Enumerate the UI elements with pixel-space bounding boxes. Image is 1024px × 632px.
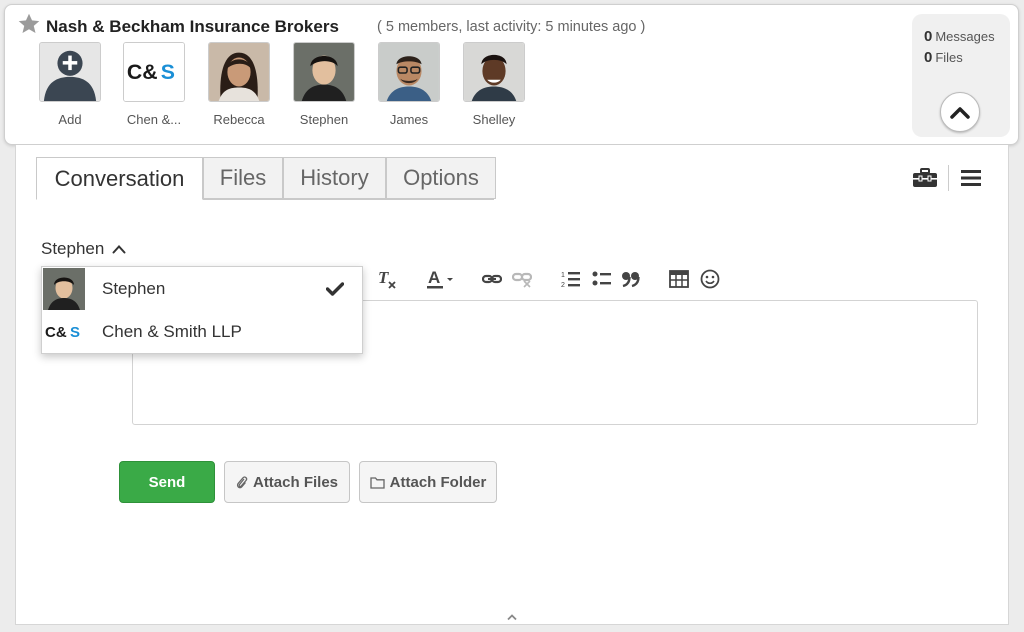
collapse-header-button[interactable]	[940, 92, 980, 132]
svg-text:T: T	[378, 268, 389, 287]
group-meta: ( 5 members, last activity: 5 minutes ag…	[377, 19, 646, 35]
svg-text:A: A	[428, 268, 440, 287]
chen-smith-logo[interactable]: C& S	[123, 42, 185, 102]
logo-text-s: S	[161, 60, 175, 84]
checkmark-icon	[326, 281, 344, 296]
expand-bottom-button[interactable]	[506, 608, 518, 626]
attach-folder-button[interactable]: Attach Folder	[359, 461, 497, 503]
messages-count: 0	[924, 28, 933, 45]
toolbox-button[interactable]	[912, 167, 938, 189]
member-stephen[interactable]: Stephen	[289, 42, 359, 127]
tab-options[interactable]: Options	[386, 157, 496, 199]
attach-files-label: Attach Files	[252, 473, 339, 491]
table-icon	[669, 270, 689, 288]
send-button[interactable]: Send	[119, 461, 215, 503]
hamburger-menu-icon	[961, 170, 981, 186]
stats-panel: 0 Messages 0 Files	[912, 14, 1010, 137]
link-icon	[482, 274, 502, 284]
sender-option-label: Chen & Smith LLP	[102, 321, 242, 341]
link-button[interactable]	[481, 267, 503, 291]
emoji-button[interactable]	[699, 267, 721, 291]
member-rebecca[interactable]: Rebecca	[204, 42, 274, 127]
member-chen-smith[interactable]: C& S Chen &...	[119, 42, 189, 127]
group-title: Nash & Beckham Insurance Brokers	[46, 17, 339, 36]
paperclip-icon	[236, 475, 248, 488]
clear-format-button[interactable]: T	[375, 267, 399, 291]
member-add[interactable]: Add	[35, 42, 105, 127]
chevron-up-icon	[507, 614, 517, 621]
bullet-list-icon	[592, 271, 611, 286]
avatar[interactable]	[463, 42, 525, 102]
unlink-button[interactable]	[511, 267, 533, 291]
text-color-icon: A	[427, 268, 453, 289]
member-label: Shelley	[472, 112, 516, 127]
files-label: Files	[935, 50, 963, 65]
member-shelley[interactable]: Shelley	[459, 42, 529, 127]
member-label: Add	[58, 112, 82, 127]
sender-option-chen-smith[interactable]: C& S Chen & Smith LLP	[42, 310, 362, 353]
sender-dropdown: Stephen C& S Chen & Smith LLP	[41, 266, 363, 354]
svg-text:S: S	[70, 324, 80, 341]
toolbar-separator	[948, 165, 949, 191]
bullet-list-button[interactable]	[591, 267, 613, 291]
tab-files[interactable]: Files	[203, 157, 283, 199]
svg-text:C&: C&	[45, 324, 67, 341]
avatar[interactable]	[293, 42, 355, 102]
toolbox-icon	[913, 168, 937, 187]
avatar	[43, 268, 85, 310]
add-member-icon[interactable]	[39, 42, 101, 102]
text-color-button[interactable]: A	[425, 267, 457, 291]
messages-label: Messages	[935, 29, 995, 44]
chevron-up-icon	[950, 107, 970, 119]
attach-files-button[interactable]: Attach Files	[224, 461, 350, 503]
avatar[interactable]	[208, 42, 270, 102]
unlink-icon	[512, 272, 532, 288]
sender-option-label: Stephen	[102, 278, 166, 298]
clear-format-icon: T	[378, 268, 396, 289]
sender-selector[interactable]: Stephen	[41, 239, 126, 259]
attach-folder-label: Attach Folder	[389, 473, 487, 491]
files-stat: 0 Files	[924, 49, 963, 66]
member-label: Rebecca	[213, 112, 265, 127]
member-label: James	[389, 112, 429, 127]
chevron-up-icon	[112, 245, 126, 254]
group-header: Nash & Beckham Insurance Brokers ( 5 mem…	[4, 4, 1019, 145]
folder-icon	[370, 476, 385, 489]
table-button[interactable]	[668, 267, 690, 291]
blockquote-button[interactable]	[620, 267, 642, 291]
member-label: Stephen	[299, 112, 349, 127]
chen-smith-logo: C& S	[43, 311, 85, 353]
conversation-panel: Conversation Files History Options Steph…	[15, 145, 1009, 625]
svg-text:2: 2	[561, 282, 565, 289]
star-icon[interactable]	[16, 11, 42, 37]
sender-option-stephen[interactable]: Stephen	[42, 267, 362, 310]
svg-text:1: 1	[561, 272, 565, 279]
quote-icon	[622, 272, 640, 288]
member-label: Chen &...	[126, 112, 182, 127]
numbered-list-icon: 1 2	[561, 272, 580, 289]
messages-stat: 0 Messages	[924, 28, 995, 45]
avatar[interactable]	[378, 42, 440, 102]
files-count: 0	[924, 49, 933, 66]
logo-text-cand: C&	[127, 60, 158, 84]
sender-name: Stephen	[41, 239, 105, 258]
numbered-list-button[interactable]: 1 2	[560, 267, 582, 291]
menu-button[interactable]	[960, 167, 982, 189]
smiley-icon	[700, 269, 720, 289]
tab-conversation[interactable]: Conversation	[36, 157, 203, 200]
member-james[interactable]: James	[374, 42, 444, 127]
tab-history[interactable]: History	[283, 157, 386, 199]
